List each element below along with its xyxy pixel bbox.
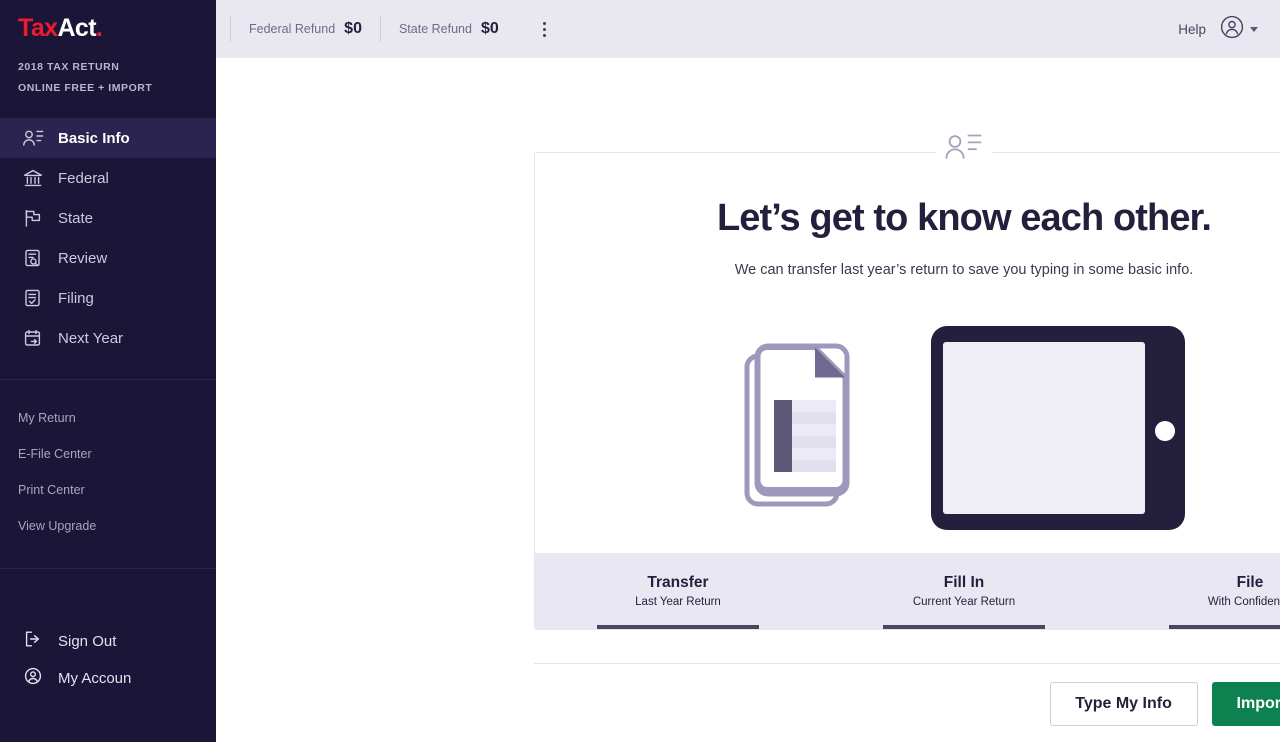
federal-refund-label: Federal Refund (249, 22, 336, 36)
action-buttons: Type My Info Import My Return (534, 682, 1280, 726)
contact-card-icon (22, 128, 44, 148)
primary-nav: Basic Info Federal State Review Filing N… (0, 118, 216, 358)
sidebar-item-state[interactable]: State (0, 198, 216, 238)
sidebar-item-label: Filing (58, 289, 94, 307)
onboarding-card: Let’s get to know each other. We can tra… (534, 125, 1280, 630)
app-root: TaxAct. 2018 TAX RETURN ONLINE FREE + IM… (0, 0, 1280, 742)
sign-out-button[interactable]: Sign Out (0, 623, 216, 659)
sidebar-item-review[interactable]: Review (0, 238, 216, 278)
step-subtitle: With Confidence (1207, 596, 1280, 608)
federal-refund[interactable]: Federal Refund $0 (231, 20, 380, 38)
federal-refund-value: $0 (344, 20, 362, 37)
document-check-icon (22, 288, 44, 308)
page-title: Let’s get to know each other. (716, 197, 1212, 239)
step-title: Fill In (943, 574, 985, 591)
sidebar-link-view-upgrade[interactable]: View Upgrade (0, 508, 216, 544)
progress-steps: Transfer Last Year Return Fill In Curren… (535, 553, 1280, 629)
top-bar-right: Help (1178, 14, 1258, 45)
user-avatar-icon (1219, 14, 1245, 45)
flag-icon (22, 208, 44, 228)
contact-card-icon (936, 125, 992, 169)
account-menu-button[interactable] (1219, 14, 1258, 45)
sidebar-item-label: State (58, 209, 94, 227)
state-refund-label: State Refund (398, 22, 472, 36)
sidebar-item-federal[interactable]: Federal (0, 158, 216, 198)
step-underline (1169, 625, 1280, 629)
sidebar-item-filing[interactable]: Filing (0, 278, 216, 318)
state-refund-value: $0 (480, 20, 499, 37)
product-label: ONLINE FREE + IMPORT (18, 82, 153, 94)
return-meta: 2018 TAX RETURN ONLINE FREE + IMPORT (0, 41, 216, 99)
step-subtitle: Current Year Return (912, 596, 1016, 608)
sidebar-item-label: Next Year (58, 329, 124, 347)
kebab-dot (543, 21, 547, 25)
logo-trademark: . (95, 14, 103, 42)
sidebar-link-print-center[interactable]: Print Center (0, 472, 216, 508)
import-my-return-button[interactable]: Import My Return (1211, 682, 1280, 726)
secondary-links: My Return E-File Center Print Center Vie… (0, 380, 216, 544)
step-title: Transfer (647, 574, 709, 591)
logo-text-act: Act (57, 14, 96, 42)
page-subtitle: We can transfer last year’s return to sa… (734, 262, 1194, 278)
calendar-arrow-icon (22, 328, 44, 348)
bank-icon (22, 168, 44, 188)
kebab-dot (543, 27, 547, 31)
kebab-menu-icon[interactable] (531, 14, 559, 44)
account-group: Sign Out My Accoun (0, 623, 216, 696)
sidebar-item-label: Basic Info (58, 129, 130, 147)
step-underline (883, 625, 1045, 629)
document-search-icon (22, 248, 44, 268)
sign-out-label: Sign Out (58, 632, 117, 650)
sidebar: TaxAct. 2018 TAX RETURN ONLINE FREE + IM… (0, 0, 216, 742)
sidebar-divider-bottom (0, 568, 216, 569)
step-title: File (1236, 574, 1264, 591)
content-divider (534, 663, 1280, 664)
help-link[interactable]: Help (1178, 22, 1206, 37)
step-underline (597, 625, 759, 629)
state-refund[interactable]: State Refund $0 (381, 20, 517, 38)
tax-year-label: 2018 TAX RETURN (18, 61, 120, 73)
refund-summary: Federal Refund $0 State Refund $0 (230, 14, 559, 44)
step-fill-in[interactable]: Fill In Current Year Return (821, 553, 1107, 629)
my-account-label: My Accoun (58, 669, 132, 687)
top-bar: Federal Refund $0 State Refund $0 Help (216, 0, 1280, 58)
my-account-button[interactable]: My Accoun (0, 660, 216, 696)
user-circle-icon (22, 666, 44, 691)
main-area: Federal Refund $0 State Refund $0 Help L… (216, 0, 1280, 742)
tablet-device-icon (929, 324, 1187, 537)
taxact-logo[interactable]: TaxAct. (0, 0, 216, 41)
step-file[interactable]: File With Confidence (1107, 553, 1280, 629)
sign-out-icon (22, 629, 44, 654)
sidebar-item-basic-info[interactable]: Basic Info (0, 118, 216, 158)
sidebar-link-my-return[interactable]: My Return (0, 400, 216, 436)
stacked-document-icon (741, 330, 861, 531)
step-subtitle: Last Year Return (635, 596, 721, 608)
transfer-illustration (535, 325, 1280, 535)
logo-text-tax: Tax (18, 14, 58, 42)
chevron-down-icon (1250, 26, 1258, 32)
kebab-dot (543, 33, 547, 37)
sidebar-link-efile-center[interactable]: E-File Center (0, 436, 216, 472)
sidebar-item-next-year[interactable]: Next Year (0, 318, 216, 358)
type-my-info-button[interactable]: Type My Info (1049, 682, 1198, 726)
step-transfer[interactable]: Transfer Last Year Return (535, 553, 821, 629)
sidebar-item-label: Federal (58, 169, 109, 187)
sidebar-item-label: Review (58, 249, 108, 267)
